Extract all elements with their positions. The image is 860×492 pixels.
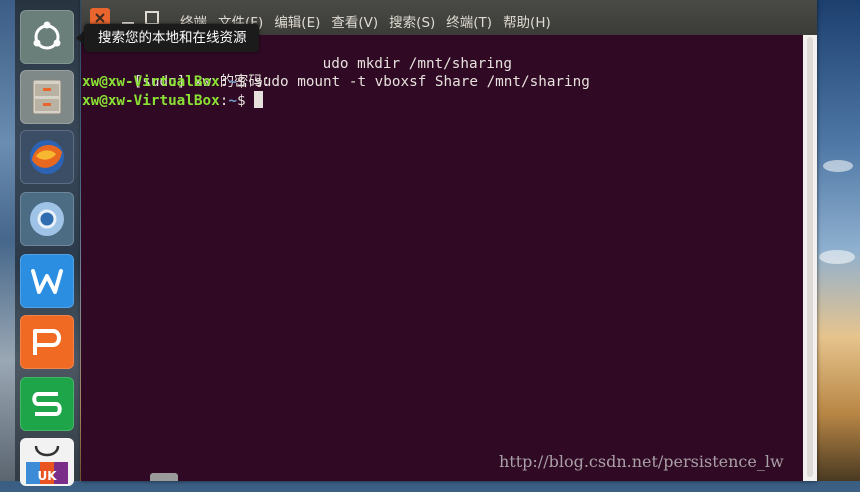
- text-cursor: [254, 91, 264, 108]
- terminal-text: udo mkdir /mnt/sharing: [322, 56, 513, 72]
- firefox-launcher-button[interactable]: [20, 130, 74, 184]
- menu-help[interactable]: 帮助(H): [503, 11, 551, 31]
- desktop-fragment: [150, 473, 178, 481]
- watermark-url: http://blog.csdn.net/persistence_lw: [499, 452, 784, 471]
- vertical-scrollbar[interactable]: [803, 35, 817, 481]
- command-text: $: [236, 93, 255, 109]
- prompt-path: ~: [228, 74, 237, 90]
- menu-view[interactable]: 查看(V): [331, 11, 378, 31]
- terminal-output[interactable]: udo mkdir /mnt/sharing [sudo] xw 的密码： xw…: [81, 35, 803, 481]
- launcher-wallpaper-strip: [0, 0, 15, 481]
- scrollbar-track[interactable]: [807, 37, 813, 477]
- files-launcher-button[interactable]: [20, 70, 74, 124]
- wallpaper-cloud: [819, 250, 855, 264]
- desktop-wallpaper: [817, 0, 860, 481]
- chromium-icon: [30, 202, 64, 236]
- wps-presentation-launcher-button[interactable]: [20, 315, 74, 369]
- ubuntu-software-launcher-button[interactable]: UK: [20, 438, 74, 486]
- software-bag-icon: UK: [26, 445, 68, 484]
- menu-search[interactable]: 搜索(S): [389, 11, 435, 31]
- terminal-line: xw@xw-VirtualBox:~$: [82, 91, 264, 110]
- ubuntu-logo-icon: [33, 21, 61, 50]
- tooltip-arrow: [76, 31, 84, 45]
- launcher: UK: [0, 0, 80, 486]
- file-cabinet-icon: [32, 79, 62, 115]
- wps-writer-launcher-button[interactable]: [20, 254, 74, 308]
- terminal-line: xw@xw-VirtualBox:~$ sudo mount -t vboxsf…: [82, 73, 590, 91]
- menu-edit[interactable]: 编辑(E): [274, 11, 320, 31]
- wps-presentation-icon: [33, 329, 61, 355]
- wallpaper-cloud: [823, 160, 853, 172]
- chromium-launcher-button[interactable]: [20, 192, 74, 246]
- prompt-user-host: xw@xw-VirtualBox: [82, 74, 220, 90]
- prompt-path: ~: [228, 93, 237, 109]
- wps-spreadsheets-icon: [32, 392, 62, 416]
- wps-spreadsheets-launcher-button[interactable]: [20, 377, 74, 431]
- firefox-icon: [30, 140, 64, 174]
- prompt-user-host: xw@xw-VirtualBox: [82, 93, 220, 109]
- wps-writer-icon: [31, 269, 63, 294]
- terminal-window: 终端 文件(F) 编辑(E) 查看(V) 搜索(S) 终端(T) 帮助(H) u…: [81, 0, 817, 481]
- command-text: $ sudo mount -t vboxsf Share /mnt/sharin…: [236, 74, 590, 90]
- dash-tooltip: 搜索您的本地和在线资源: [84, 24, 259, 52]
- menu-terminal[interactable]: 终端(T): [446, 11, 492, 31]
- ubuntu-dash-button[interactable]: [20, 10, 74, 64]
